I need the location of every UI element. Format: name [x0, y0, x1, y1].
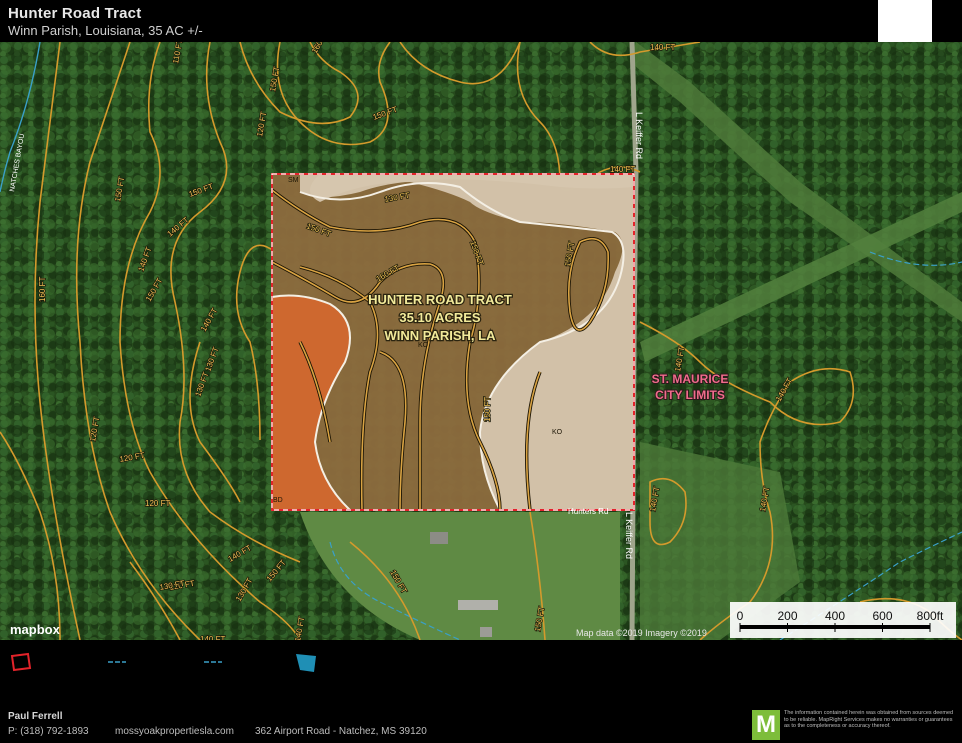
contour-elevation-label: 140 FT: [610, 165, 635, 174]
building: [430, 532, 448, 544]
soil-code-ko: KO: [418, 342, 429, 349]
scale-tick-label: 600: [872, 609, 892, 623]
boundary-swatch-icon: [10, 652, 32, 672]
page-title: Hunter Road Tract: [8, 5, 142, 22]
scale-tick-label: 400: [825, 609, 845, 623]
map-canvas[interactable]: HUNTER ROAD TRACT 35.10 ACRES WINN PARIS…: [0, 42, 962, 640]
contour-elevation-label: 140 FT: [650, 43, 675, 52]
contour-elevation-label: 160 FT: [38, 277, 47, 302]
mapright-logo: M: [752, 710, 780, 740]
scale-bar: 0 200 400 600 800ft: [730, 602, 956, 638]
soil-code-bd: BD: [273, 497, 283, 504]
soil-code-sm: SM: [288, 177, 299, 184]
building: [480, 627, 492, 637]
tract-label-line1: HUNTER ROAD TRACT: [368, 292, 512, 307]
legend-row: [0, 640, 962, 702]
soil-code-ko: KO: [552, 429, 563, 436]
building: [458, 600, 498, 610]
map-footer: Paul Ferrell P: (318) 792-1893 mossyoakp…: [0, 702, 962, 743]
road-label: L Keiffer Rd: [634, 112, 644, 159]
city-limits-line2: CITY LIMITS: [655, 388, 725, 402]
contour-elevation-label: 150 FT: [483, 397, 492, 422]
tract-label-line3: WINN PARISH, LA: [385, 328, 497, 343]
agent-name: Paul Ferrell: [8, 711, 63, 722]
scale-tick-label: 0: [737, 609, 744, 623]
agent-phone[interactable]: P: (318) 792-1893: [8, 726, 89, 737]
water-polygon-icon: [296, 654, 316, 672]
road-label: Hunters Rd: [568, 507, 608, 516]
page-subtitle: Winn Parish, Louisiana, 35 AC +/-: [8, 23, 203, 38]
tract-label-line2: 35.10 ACRES: [399, 310, 480, 325]
map-attribution: Map data ©2019 Imagery ©2019: [576, 628, 707, 638]
mapbox-logo: mapbox: [10, 622, 61, 637]
road-label: L Keiffer Rd: [624, 512, 634, 559]
disclaimer-text: The information contained herein was obt…: [784, 710, 954, 729]
map-header: Hunter Road Tract Winn Parish, Louisiana…: [0, 0, 962, 42]
city-limits-line1: ST. MAURICE: [652, 372, 729, 386]
agent-address: 362 Airport Road - Natchez, MS 39120: [255, 726, 427, 737]
contour-elevation-label: 120 FT: [145, 499, 170, 508]
scale-tick-label: 800ft: [917, 609, 944, 623]
logo-placeholder: [878, 0, 932, 42]
scale-tick-label: 200: [777, 609, 797, 623]
agent-website[interactable]: mossyoakpropertiesla.com: [115, 726, 234, 737]
